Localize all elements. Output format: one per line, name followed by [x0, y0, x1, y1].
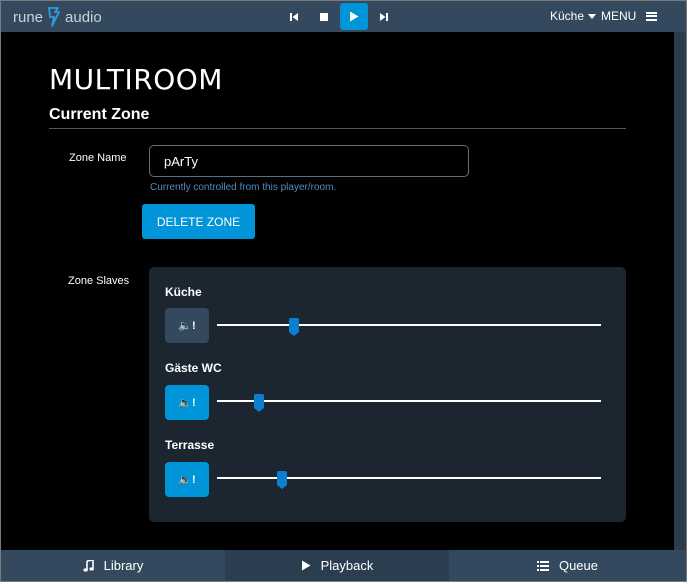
volume-slider-thumb[interactable]: [277, 471, 287, 489]
app-window: rune audio Küche MENU MULTIROOM Current …: [0, 0, 687, 582]
zone-name-input[interactable]: [149, 145, 469, 177]
caret-down-icon: [588, 13, 597, 19]
zone-name-label: Zone Name: [69, 152, 127, 164]
hamburger-icon: [646, 11, 658, 21]
tab-queue[interactable]: Queue: [449, 550, 686, 581]
logo-text-audio: audio: [65, 8, 102, 26]
slave-name-gaeste-wc: Gäste WC: [165, 361, 222, 375]
stop-icon: [320, 12, 328, 21]
volume-slider-kueche[interactable]: [217, 318, 601, 336]
speaker-mute-icon: 🔈!: [178, 397, 196, 409]
play-icon: [301, 560, 311, 571]
previous-icon: [290, 12, 298, 21]
rune-audio-logo[interactable]: rune audio: [13, 6, 102, 28]
volume-slider-terrasse[interactable]: [217, 471, 601, 489]
tab-playback-label: Playback: [320, 558, 374, 573]
top-bar: rune audio Küche MENU: [1, 1, 686, 32]
mute-button-kueche[interactable]: 🔈!: [165, 308, 209, 343]
rune-logo-icon: [48, 7, 60, 27]
menu-label: MENU: [601, 9, 637, 23]
next-icon: [380, 12, 388, 21]
tab-playback[interactable]: Playback: [225, 550, 449, 581]
play-button[interactable]: [340, 3, 368, 30]
list-icon: [536, 560, 549, 571]
slave-name-kueche: Küche: [165, 285, 202, 299]
transport-controls: [280, 3, 398, 30]
section-title: Current Zone: [49, 106, 150, 123]
zone-help-text: Currently controlled from this player/ro…: [150, 182, 337, 193]
volume-slider-thumb[interactable]: [254, 394, 264, 412]
speaker-mute-icon: 🔈!: [178, 320, 196, 332]
tab-library[interactable]: Library: [1, 550, 225, 581]
previous-button[interactable]: [280, 3, 308, 30]
stop-button[interactable]: [310, 3, 338, 30]
zone-selector-label: Küche: [550, 9, 585, 23]
zone-selector-dropdown[interactable]: Küche: [550, 9, 597, 23]
music-note-icon: [83, 559, 94, 572]
volume-slider-thumb[interactable]: [289, 318, 299, 336]
menu-button[interactable]: MENU: [601, 9, 658, 23]
mute-button-gaeste-wc[interactable]: 🔈!: [165, 385, 209, 420]
zone-slaves-label: Zone Slaves: [68, 275, 130, 287]
speaker-mute-icon: 🔈!: [178, 474, 196, 486]
play-icon: [350, 11, 359, 22]
page-title: MULTIROOM: [49, 63, 223, 96]
zone-slaves-panel: Küche 🔈! Gäste WC 🔈! Terrasse 🔈!: [149, 267, 626, 522]
logo-text-rune: rune: [13, 8, 44, 26]
delete-zone-button[interactable]: DELETE ZONE: [142, 204, 255, 239]
bottom-nav: Library Playback Queue: [1, 550, 686, 581]
slave-name-terrasse: Terrasse: [165, 438, 215, 452]
section-divider: [49, 128, 626, 129]
tab-queue-label: Queue: [558, 558, 599, 573]
scrollbar-track[interactable]: [674, 32, 686, 550]
next-button[interactable]: [370, 3, 398, 30]
tab-library-label: Library: [103, 558, 144, 573]
volume-slider-gaeste-wc[interactable]: [217, 394, 601, 412]
mute-button-terrasse[interactable]: 🔈!: [165, 462, 209, 497]
